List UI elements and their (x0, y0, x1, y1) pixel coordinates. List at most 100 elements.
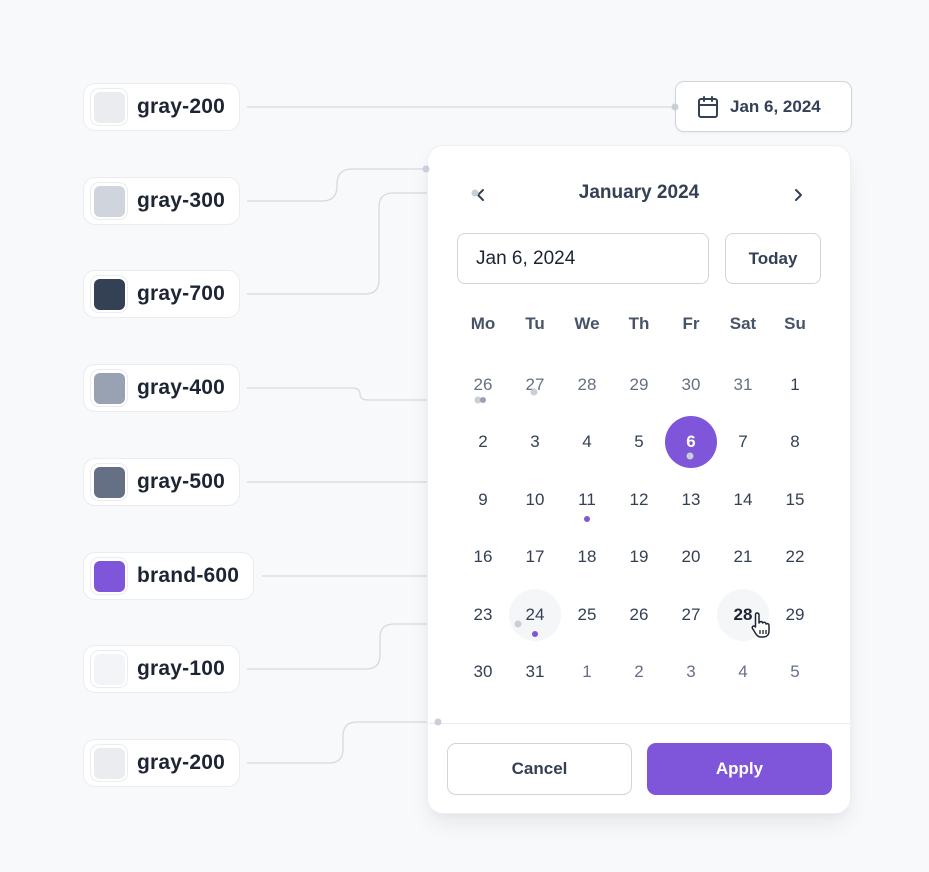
day-cell[interactable]: 27 (665, 586, 717, 644)
day-cell[interactable]: 23 (457, 586, 509, 644)
day-number: 21 (733, 547, 753, 567)
color-swatch (93, 747, 125, 779)
day-cell[interactable]: 30 (665, 356, 717, 414)
day-cell[interactable]: 1 (769, 356, 821, 414)
date-input[interactable]: Jan 6, 2024 (457, 233, 709, 284)
day-cell[interactable]: 21 (717, 529, 769, 587)
day-number: 27 (681, 604, 701, 624)
color-swatch (93, 653, 125, 685)
day-cell[interactable]: 7 (717, 414, 769, 472)
day-cell[interactable]: 5 (613, 414, 665, 472)
day-number: 2 (478, 432, 488, 452)
swatch-frame (90, 557, 128, 595)
day-cell[interactable]: 26 (613, 586, 665, 644)
token-label: brand-600 (137, 564, 240, 587)
apply-button[interactable]: Apply (647, 743, 832, 795)
day-cell[interactable]: 4 (561, 414, 613, 472)
swatch-frame (90, 182, 128, 220)
day-number: 29 (629, 374, 649, 394)
color-swatch (93, 560, 125, 592)
day-cell[interactable]: 14 (717, 471, 769, 529)
calendar-icon (698, 95, 718, 118)
day-cell[interactable]: 2 (613, 644, 665, 702)
day-cell[interactable]: 16 (457, 529, 509, 587)
day-cell[interactable]: 25 (561, 586, 613, 644)
color-swatch (93, 278, 125, 310)
weekday-label: Th (628, 314, 650, 333)
token-chip-gray-500: gray-500 (83, 458, 240, 506)
day-number: 3 (686, 662, 696, 682)
day-number: 6 (686, 432, 696, 452)
day-number: 28 (733, 604, 753, 624)
day-cell[interactable]: 19 (613, 529, 665, 587)
day-number: 22 (785, 547, 805, 567)
date-picker-popover: January 2024 Jan 6, 2024 Today Mo Tu We … (427, 145, 851, 814)
day-number: 25 (577, 604, 597, 624)
cancel-button[interactable]: Cancel (447, 743, 632, 795)
day-number: 26 (629, 604, 649, 624)
day-cell[interactable]: 4 (717, 644, 769, 702)
day-number: 9 (478, 489, 488, 509)
color-swatch (93, 372, 125, 404)
color-swatch (93, 185, 125, 217)
day-cell[interactable]: 8 (769, 414, 821, 472)
day-cell[interactable]: 29 (613, 356, 665, 414)
day-number: 23 (473, 604, 493, 624)
day-number: 12 (629, 489, 649, 509)
week-row: 16 17 18 19 20 21 22 (457, 529, 821, 587)
day-cell[interactable]: 3 (509, 414, 561, 472)
weekday-label: Sat (729, 314, 757, 333)
today-button[interactable]: Today (725, 233, 821, 284)
day-number: 13 (681, 489, 701, 509)
weekday-label: Fr (682, 314, 700, 333)
day-cell[interactable]: 1 (561, 644, 613, 702)
day-number: 27 (525, 374, 545, 394)
weekday-label: Su (784, 314, 806, 333)
day-cell[interactable]: 2 (457, 414, 509, 472)
day-number: 30 (681, 374, 701, 394)
day-cell[interactable]: 11 (561, 471, 613, 529)
day-cell[interactable]: 18 (561, 529, 613, 587)
day-cell[interactable]: 10 (509, 471, 561, 529)
weekday-label: We (574, 314, 600, 333)
day-cell[interactable]: 17 (509, 529, 561, 587)
day-cell[interactable]: 31 (717, 356, 769, 414)
day-cell[interactable]: 3 (665, 644, 717, 702)
token-label: gray-100 (137, 657, 225, 680)
day-number: 26 (473, 374, 493, 394)
next-month-button[interactable] (783, 180, 813, 210)
token-chip-gray-400: gray-400 (83, 364, 240, 412)
day-cell[interactable]: 30 (457, 644, 509, 702)
day-cell[interactable]: 22 (769, 529, 821, 587)
day-cell[interactable]: 15 (769, 471, 821, 529)
weekday-header: Mo Tu We Th Fr Sat Su (457, 314, 821, 334)
day-cell[interactable]: 9 (457, 471, 509, 529)
week-row: 2 3 4 5 6 7 8 (457, 414, 821, 472)
day-cell[interactable]: 20 (665, 529, 717, 587)
token-label: gray-200 (137, 95, 225, 118)
day-number: 10 (525, 489, 545, 509)
day-cell[interactable]: 31 (509, 644, 561, 702)
day-number: 31 (525, 662, 545, 682)
day-cell-today[interactable]: 24 (509, 586, 561, 644)
day-cell[interactable]: 29 (769, 586, 821, 644)
day-cell[interactable]: 28 (561, 356, 613, 414)
day-cell[interactable]: 5 (769, 644, 821, 702)
day-cell[interactable]: 13 (665, 471, 717, 529)
day-cell[interactable]: 26 (457, 356, 509, 414)
day-cell-selected[interactable]: 6 (665, 414, 717, 472)
day-cell[interactable]: 27 (509, 356, 561, 414)
connector-gray-300-popover (247, 168, 426, 202)
day-cell[interactable]: 28 (717, 586, 769, 644)
token-label: gray-500 (137, 470, 225, 493)
date-trigger-button[interactable]: Jan 6, 2024 (675, 81, 852, 132)
trigger-date-label: Jan 6, 2024 (730, 96, 821, 116)
day-number: 19 (629, 547, 649, 567)
week-row: 30 31 1 2 3 4 5 (457, 644, 821, 702)
day-cell[interactable]: 12 (613, 471, 665, 529)
day-number: 2 (634, 662, 644, 682)
swatch-frame (90, 88, 128, 126)
day-number: 24 (525, 604, 545, 624)
day-number: 11 (578, 489, 596, 509)
token-chip-gray-200: gray-200 (83, 739, 240, 787)
